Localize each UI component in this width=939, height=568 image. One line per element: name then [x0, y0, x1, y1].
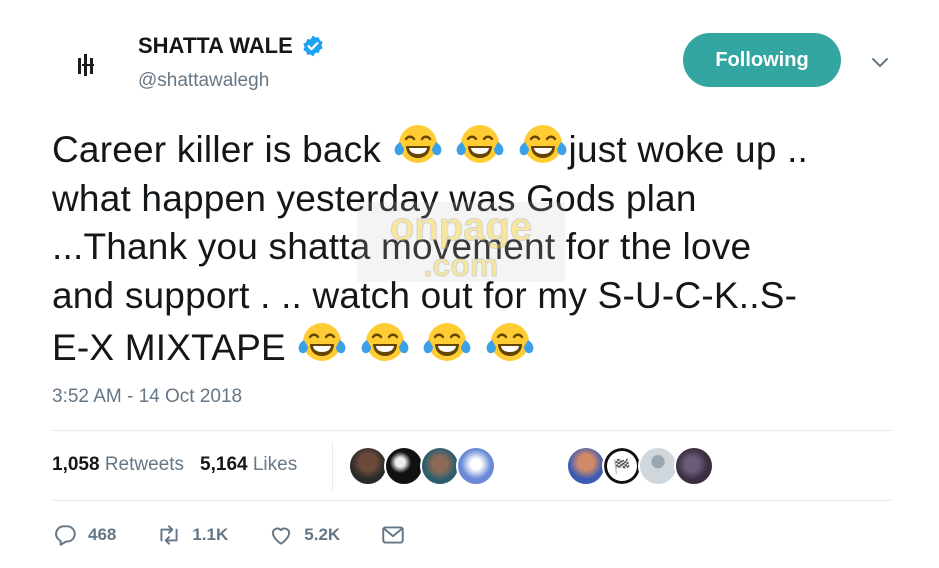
chevron-down-icon[interactable]	[868, 50, 892, 74]
face-with-tears-of-joy-icon	[394, 125, 441, 163]
heart-icon	[272, 527, 291, 545]
envelope-icon	[382, 526, 404, 544]
avatar[interactable]	[64, 42, 110, 88]
user-name[interactable]: SHATTA WALE	[138, 33, 325, 59]
tweet-text: Career killer is back just woke up .. wh…	[52, 122, 872, 373]
tweet-stats: 1,058 Retweets 5,164 Likes	[52, 454, 297, 476]
liker-avatar[interactable]	[566, 446, 606, 486]
reply-icon	[55, 525, 76, 546]
liker-avatar[interactable]: 🏁	[602, 446, 642, 486]
tweet-actions: 468 1.1K 5.2K	[52, 522, 446, 548]
liker-avatar[interactable]	[456, 446, 496, 486]
face-with-tears-of-joy-icon	[298, 323, 346, 361]
user-handle[interactable]: @shattawalegh	[138, 70, 269, 92]
face-with-tears-of-joy-icon	[456, 125, 504, 163]
liker-avatar[interactable]	[384, 446, 424, 486]
reply-button[interactable]: 468	[52, 522, 116, 548]
retweet-button[interactable]: 1.1K	[156, 522, 228, 548]
divider	[52, 500, 892, 501]
tweet-line-2: what happen yesterday was Gods plan	[52, 177, 697, 219]
liker-avatar[interactable]	[348, 446, 388, 486]
brand-logo-icon	[78, 54, 94, 76]
divider	[52, 430, 892, 431]
retweets-stat[interactable]: 1,058 Retweets	[52, 454, 184, 476]
tweet-line-1: Career killer is back just woke up ..	[52, 122, 872, 175]
stats-separator	[332, 442, 333, 492]
liker-avatar[interactable]	[674, 446, 714, 486]
verified-badge-icon	[303, 35, 323, 57]
emoji-group	[296, 323, 535, 368]
retweet-icon	[160, 525, 178, 545]
liker-avatar[interactable]	[420, 446, 460, 486]
tweet-line-4: and support . .. watch out for my S-U-C-…	[52, 274, 798, 316]
likers-group-1	[348, 446, 496, 486]
user-display-name[interactable]: SHATTA WALE	[138, 33, 293, 59]
emoji-group	[392, 125, 569, 170]
tweet-timestamp[interactable]: 3:52 AM - 14 Oct 2018	[52, 386, 242, 408]
face-with-tears-of-joy-icon	[486, 323, 534, 361]
liker-avatar[interactable]	[638, 446, 678, 486]
likers-group-2: 🏁	[566, 446, 714, 486]
face-with-tears-of-joy-icon	[423, 323, 471, 361]
tweet-line-5: E-X MIXTAPE	[52, 320, 872, 373]
face-with-tears-of-joy-icon	[519, 125, 566, 163]
face-with-tears-of-joy-icon	[361, 323, 409, 361]
message-button[interactable]	[380, 522, 406, 548]
tweet-line-3: ...Thank you shatta movement for the lov…	[52, 226, 752, 267]
checkered-flag-icon: 🏁	[613, 457, 631, 474]
following-button[interactable]: Following	[683, 33, 841, 87]
likes-stat[interactable]: 5,164 Likes	[200, 454, 297, 476]
like-button[interactable]: 5.2K	[268, 522, 340, 548]
